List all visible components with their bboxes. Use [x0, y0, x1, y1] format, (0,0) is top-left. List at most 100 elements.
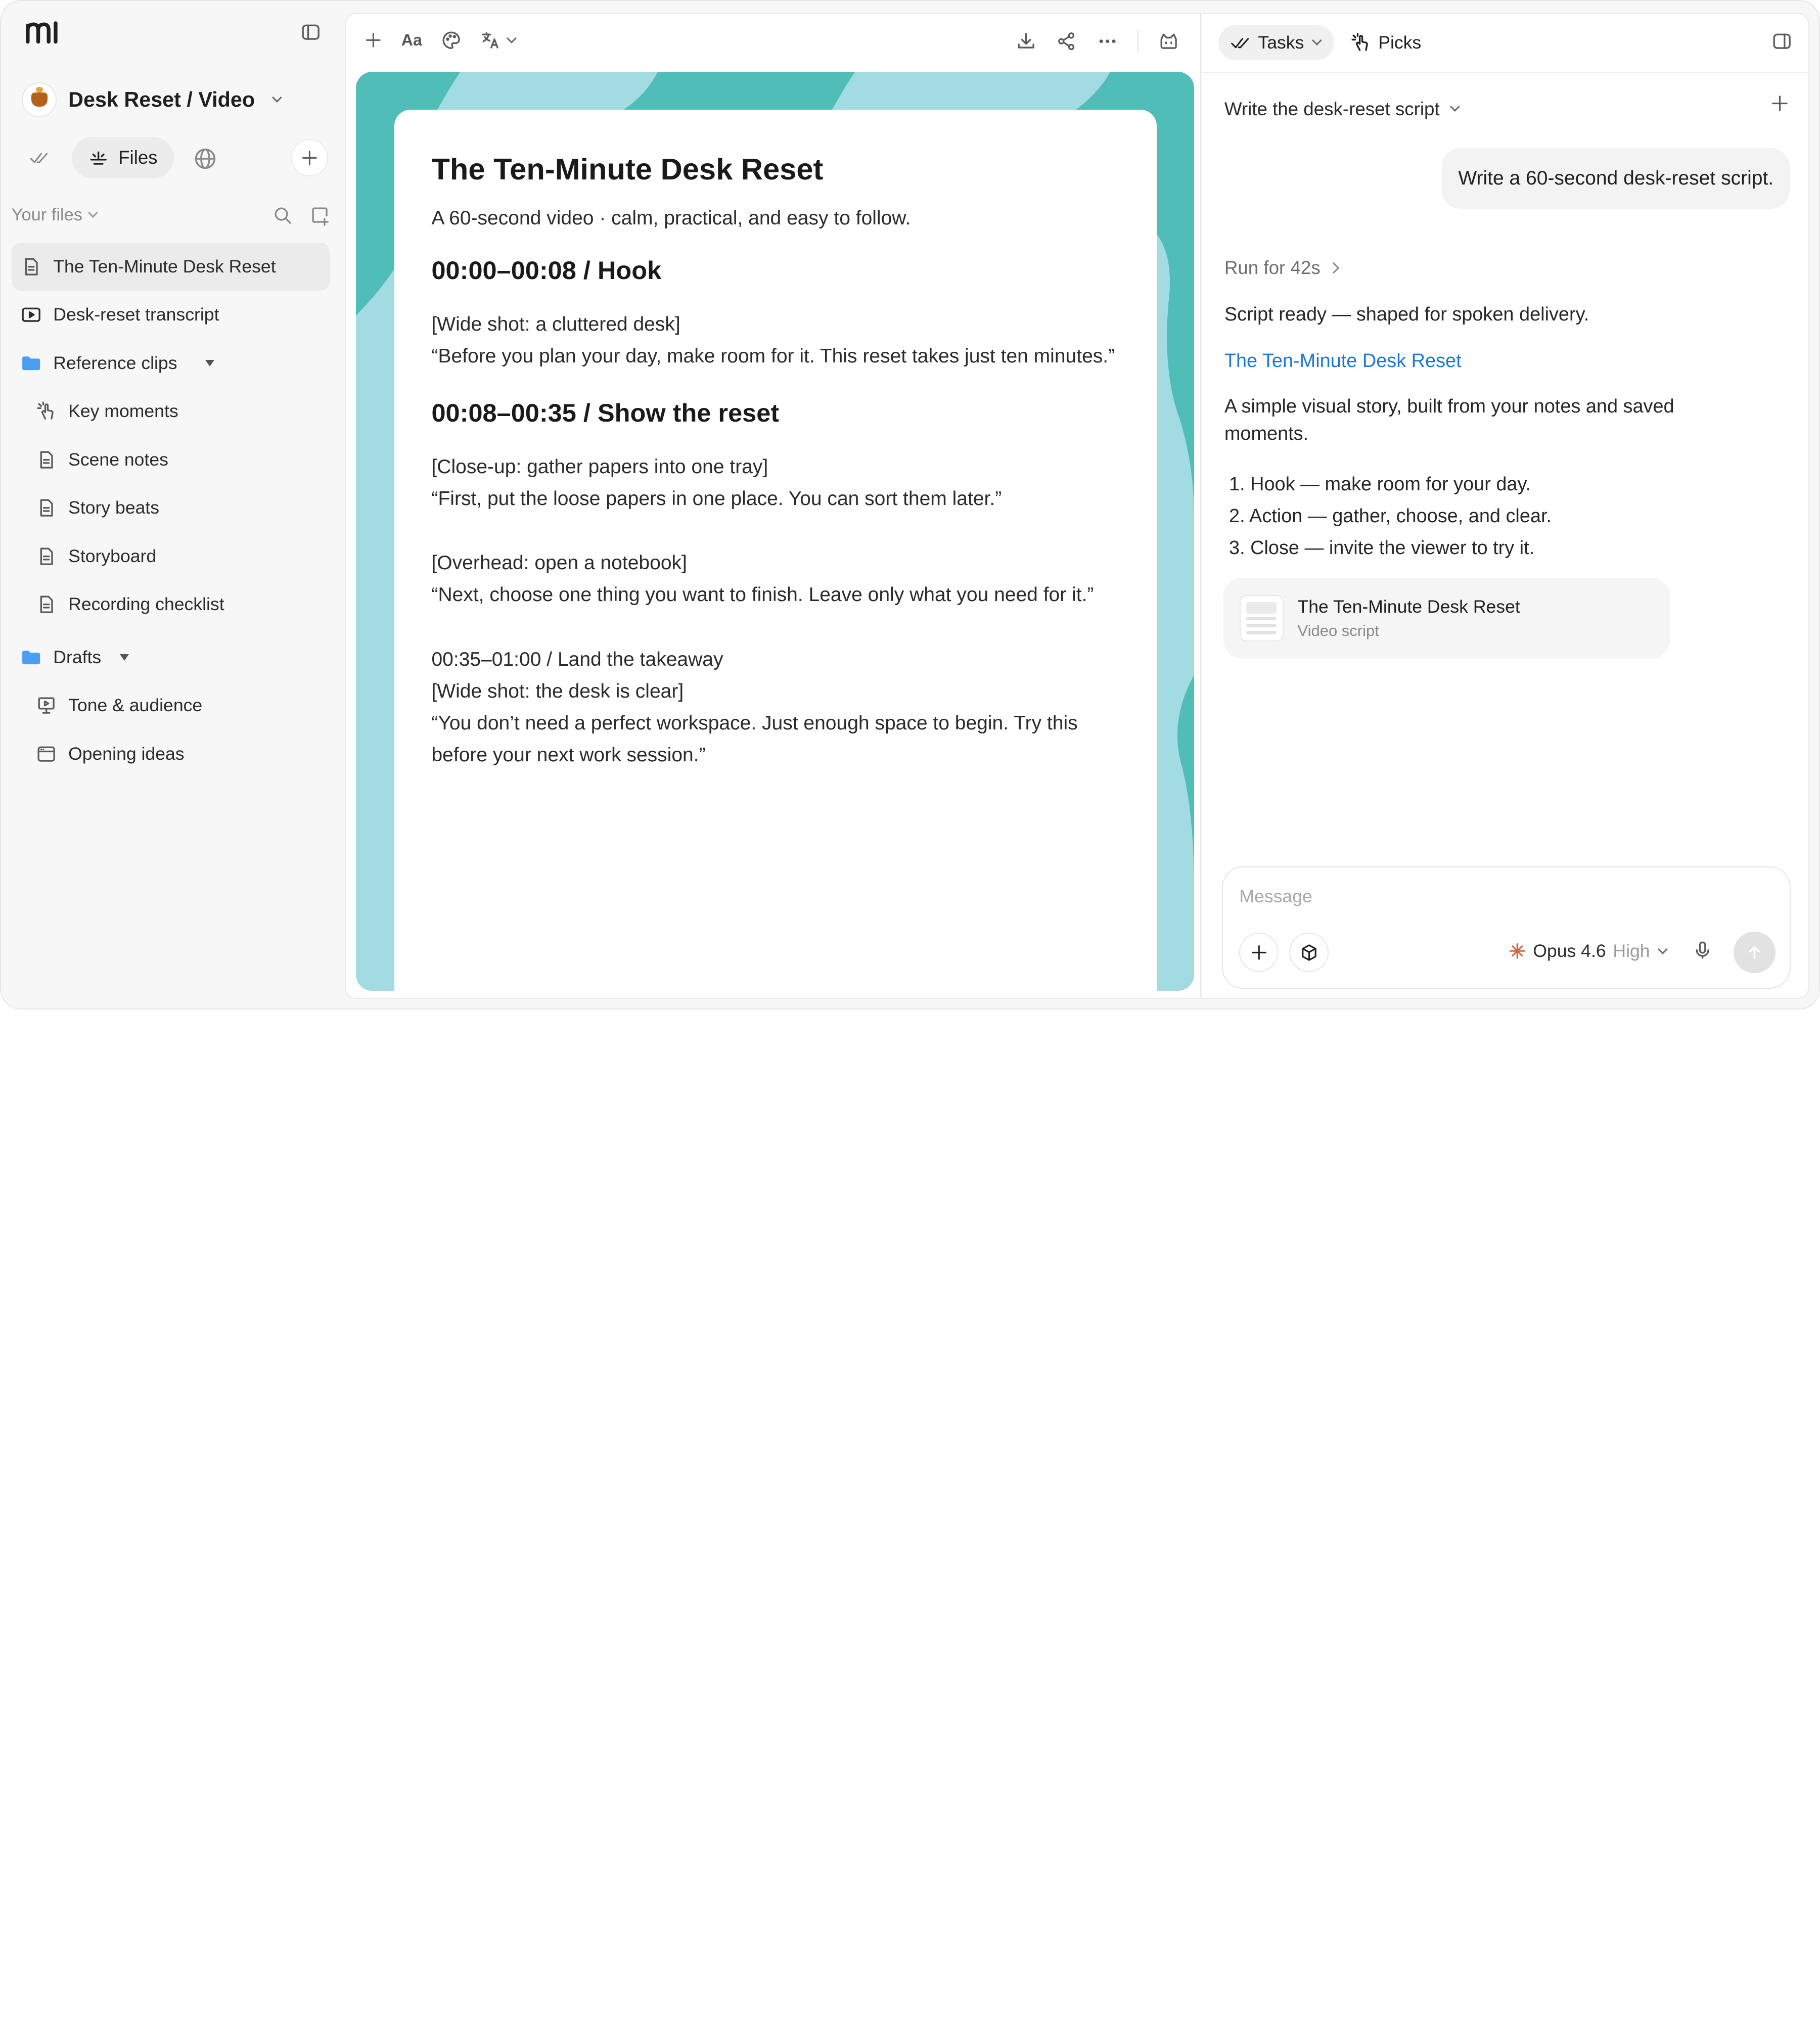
voiceover-line: “Before you plan your day, make room for… — [431, 345, 1115, 367]
file-item-key-moments[interactable]: Key moments — [12, 387, 330, 436]
project-avatar — [22, 82, 57, 117]
tab-files[interactable]: Files — [72, 136, 174, 179]
folder-label: Reference clips — [53, 352, 177, 373]
panel-toggle-icon[interactable] — [1771, 31, 1792, 52]
browser-icon — [36, 744, 57, 764]
project-switcher[interactable]: Desk Reset / Video — [22, 82, 282, 117]
cube-icon — [1299, 943, 1319, 962]
assistant-panel: Tasks Picks Write the desk-reset script … — [1202, 12, 1809, 999]
file-item-recording-checklist[interactable]: Recording checklist — [12, 580, 330, 629]
message-input[interactable] — [1239, 886, 1750, 907]
divider — [1202, 71, 1808, 73]
thread-title: Write the desk-reset script — [1224, 98, 1440, 119]
presentation-icon — [36, 695, 57, 716]
tools-button[interactable] — [1289, 933, 1329, 973]
document-icon — [36, 449, 57, 470]
folder-icon — [21, 647, 41, 668]
artifact-subtitle: Video script — [1297, 622, 1379, 640]
add-button[interactable] — [291, 139, 329, 176]
document-link[interactable]: The Ten-Minute Desk Reset — [1224, 348, 1747, 375]
script-document[interactable]: The Ten-Minute Desk Reset A 60-second vi… — [394, 110, 1157, 991]
file-item-label: Desk-reset transcript — [53, 304, 219, 325]
artifact-title: The Ten-Minute Desk Reset — [1297, 596, 1520, 617]
file-item-label: Recording checklist — [68, 594, 224, 615]
file-item-storyboard[interactable]: Storyboard — [12, 532, 330, 581]
font-button[interactable]: Aa — [401, 31, 422, 50]
tasks-check-icon[interactable] — [29, 147, 50, 168]
voiceover-line: “First, put the loose papers in one plac… — [431, 487, 1002, 510]
file-item-tone-audience[interactable]: Tone & audience — [12, 681, 330, 730]
thread-selector[interactable]: Write the desk-reset script — [1224, 98, 1460, 120]
shot-cue: [Wide shot: a cluttered desk] — [431, 313, 680, 335]
response-intro: Script ready — shaped for spoken deliver… — [1224, 304, 1589, 326]
pointer-icon — [1350, 32, 1371, 53]
chevron-right-icon — [1328, 262, 1340, 274]
section-heading-hook: 00:00–00:08 / Hook — [431, 255, 662, 285]
tab-tasks[interactable]: Tasks — [1218, 25, 1335, 60]
plus-icon[interactable] — [364, 31, 383, 50]
file-item-scene-notes[interactable]: Scene notes — [12, 436, 330, 484]
artifact-card[interactable]: The Ten-Minute Desk Reset Video script — [1223, 577, 1670, 659]
document-icon — [36, 546, 57, 567]
sparkle-icon — [1509, 942, 1526, 959]
document-icon — [36, 594, 57, 615]
file-item-label: Tone & audience — [68, 695, 203, 716]
run-duration: Run for 42s — [1224, 257, 1321, 279]
section-heading-takeaway: 00:35–01:00 / Land the takeaway — [431, 648, 723, 670]
new-file-icon[interactable] — [310, 205, 331, 226]
pointer-icon — [36, 401, 57, 422]
folder-drafts[interactable]: Drafts — [12, 633, 330, 682]
shot-cue: [Close-up: gather papers into one tray] — [431, 455, 768, 478]
file-item-label: Key moments — [68, 401, 178, 422]
doc-subtitle: A 60-second video · calm, practical, and… — [431, 207, 911, 229]
file-item-opening-ideas[interactable]: Opening ideas — [12, 730, 330, 778]
palette-icon[interactable] — [441, 30, 462, 51]
list-item: 1. Hook — make room for your day. — [1229, 473, 1531, 495]
double-check-icon — [1230, 33, 1251, 52]
video-icon — [21, 304, 41, 325]
file-item-transcript[interactable]: Desk-reset transcript — [12, 291, 330, 339]
file-item-label: Storyboard — [68, 545, 157, 566]
download-icon[interactable] — [1016, 31, 1036, 52]
file-item-desk-reset[interactable]: The Ten-Minute Desk Reset — [11, 242, 330, 291]
project-title: Desk Reset / Video — [68, 87, 255, 111]
file-tree: The Ten-Minute Desk Reset Desk-reset tra… — [11, 242, 330, 778]
file-item-story-beats[interactable]: Story beats — [12, 484, 330, 532]
translate-icon[interactable] — [480, 30, 517, 51]
response-steps: 1. Hook — make room for your day. 2. Act… — [1224, 469, 1552, 564]
doc-title: The Ten-Minute Desk Reset — [431, 152, 824, 187]
model-effort: High — [1613, 941, 1650, 961]
globe-icon[interactable] — [194, 147, 217, 170]
app-logo[interactable] — [24, 20, 61, 48]
chevron-down-icon — [1449, 102, 1460, 112]
plus-icon — [300, 149, 319, 167]
more-icon[interactable] — [1097, 31, 1118, 52]
attach-button[interactable] — [1239, 933, 1279, 973]
microphone-icon[interactable] — [1692, 940, 1713, 960]
new-thread-icon[interactable] — [1770, 94, 1790, 113]
caret-down-icon[interactable] — [119, 654, 129, 661]
share-icon[interactable] — [1056, 31, 1077, 52]
sidebar-tabs: Files — [20, 135, 331, 179]
user-message: Write a 60-second desk-reset script. — [1442, 148, 1790, 209]
chevron-down-icon — [1311, 35, 1322, 45]
shot-cue: [Wide shot: the desk is clear] — [431, 680, 684, 702]
assistant-tabs: Tasks Picks — [1218, 25, 1421, 60]
editor-toolbar-right — [1016, 30, 1179, 53]
run-details-toggle[interactable]: Run for 42s — [1224, 257, 1340, 279]
sidebar-toggle-icon[interactable] — [300, 22, 321, 42]
send-button[interactable] — [1734, 931, 1776, 974]
tab-picks[interactable]: Picks — [1350, 32, 1421, 53]
response-body: A simple visual story, built from your n… — [1224, 395, 1674, 444]
list-item: 2. Action — gather, choose, and clear. — [1229, 506, 1552, 527]
search-icon[interactable] — [272, 205, 293, 226]
folder-reference-clips[interactable]: Reference clips — [12, 339, 330, 388]
file-item-label: Story beats — [68, 497, 160, 518]
your-files-dropdown[interactable]: Your files — [12, 205, 98, 225]
model-selector[interactable]: Opus 4.6 High — [1509, 941, 1668, 961]
caret-down-icon[interactable] — [205, 359, 214, 366]
message-composer: Opus 4.6 High — [1222, 866, 1791, 989]
file-item-label: Opening ideas — [68, 743, 185, 764]
assistant-icon[interactable] — [1158, 31, 1179, 52]
editor-toolbar-left: Aa — [364, 30, 517, 51]
